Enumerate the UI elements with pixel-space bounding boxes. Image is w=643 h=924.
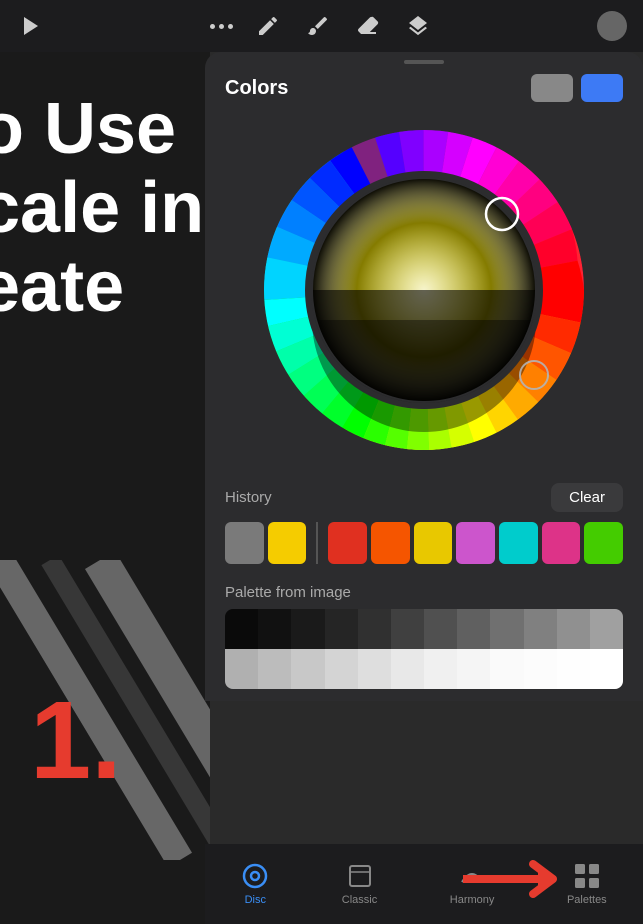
toolbar-left	[16, 11, 46, 41]
user-avatar[interactable]	[597, 11, 627, 41]
toolbar-center	[210, 11, 433, 41]
canvas-text: o Use cale in eate	[0, 90, 204, 328]
palette-label: Palette from image	[225, 584, 623, 601]
palette-row-light	[225, 649, 623, 689]
more-options-icon[interactable]	[210, 24, 233, 29]
toolbar	[0, 0, 643, 52]
pencil-tool-icon[interactable]	[253, 11, 283, 41]
disc-icon	[241, 862, 269, 890]
brush-tool-icon[interactable]	[303, 11, 333, 41]
palette-section: Palette from image	[205, 576, 643, 701]
tab-classic[interactable]: Classic	[342, 862, 377, 906]
eraser-tool-icon[interactable]	[353, 11, 383, 41]
color-wheel-svg[interactable]	[254, 120, 594, 460]
history-label: History	[225, 489, 272, 506]
background-swatch[interactable]	[581, 74, 623, 102]
palette-image-strip	[225, 609, 623, 689]
panel-header: Colors	[205, 64, 643, 110]
history-swatch-purple[interactable]	[456, 522, 495, 564]
classic-icon	[346, 862, 374, 890]
history-swatch-gray[interactable]	[225, 522, 264, 564]
tab-classic-label: Classic	[342, 894, 377, 906]
wheel-container[interactable]	[205, 110, 643, 475]
color-wheel[interactable]	[254, 120, 594, 460]
history-section: History Clear	[205, 475, 643, 576]
history-swatch-green[interactable]	[584, 522, 623, 564]
canvas-number: 1.	[30, 677, 122, 804]
toolbar-right	[597, 11, 627, 41]
history-swatch-cyan[interactable]	[499, 522, 538, 564]
tab-disc-label: Disc	[245, 894, 266, 906]
arrow-tool-icon[interactable]	[16, 11, 46, 41]
history-colors	[225, 522, 623, 564]
history-swatch-orange[interactable]	[371, 522, 410, 564]
history-separator	[316, 522, 318, 564]
history-swatch-yellow[interactable]	[268, 522, 307, 564]
header-swatches	[531, 74, 623, 102]
history-swatch-red[interactable]	[328, 522, 367, 564]
panel-title: Colors	[225, 77, 288, 100]
history-swatch-gold[interactable]	[414, 522, 453, 564]
history-header: History Clear	[225, 483, 623, 512]
red-arrow-annotation	[463, 854, 583, 904]
layers-tool-icon[interactable]	[403, 11, 433, 41]
history-swatch-pink[interactable]	[542, 522, 581, 564]
color-panel: Colors	[205, 52, 643, 701]
tab-disc[interactable]: Disc	[241, 862, 269, 906]
canvas-area: o Use cale in eate 1.	[0, 0, 210, 924]
clear-button[interactable]: Clear	[551, 483, 623, 512]
palette-row-dark	[225, 609, 623, 649]
foreground-swatch[interactable]	[531, 74, 573, 102]
